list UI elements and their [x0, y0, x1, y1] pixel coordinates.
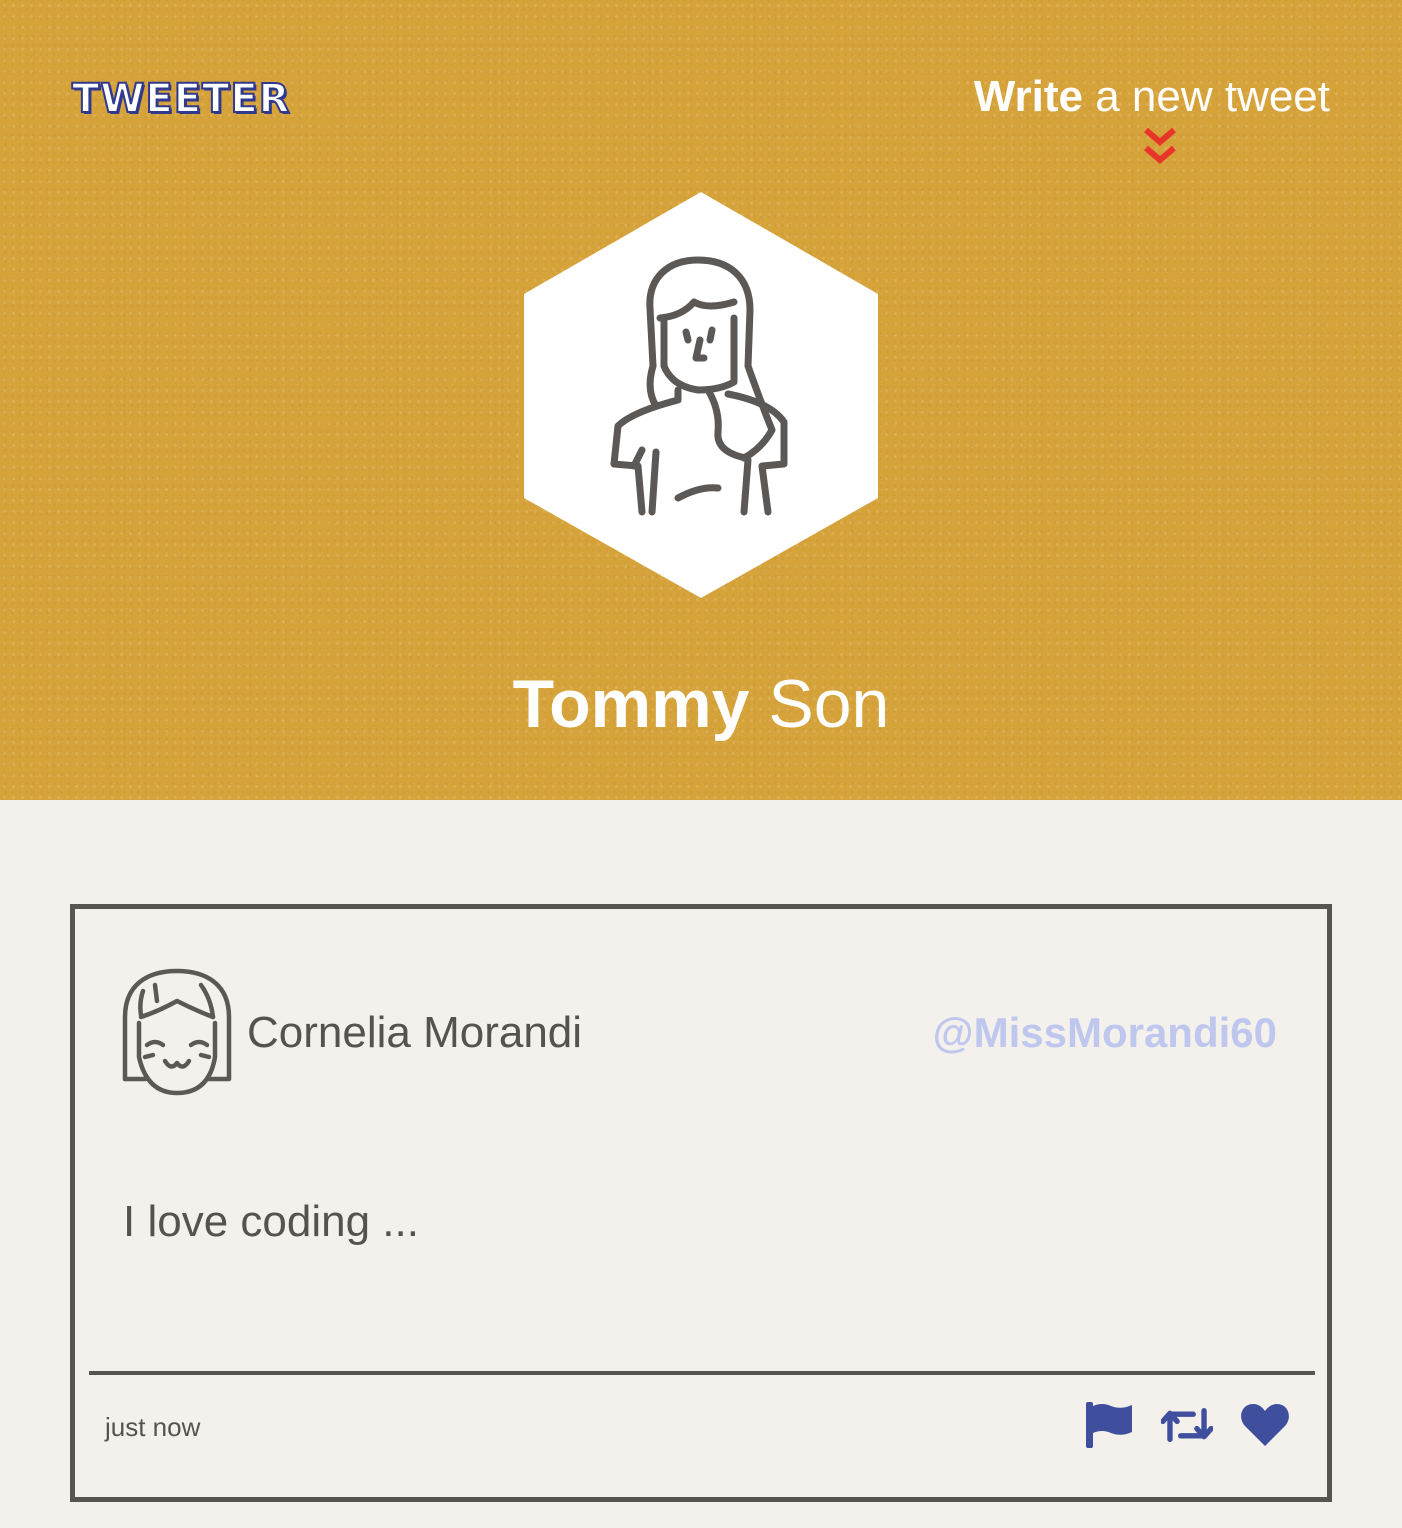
retweet-button[interactable]: [1161, 1399, 1213, 1451]
tweet-card: Cornelia Morandi @MissMorandi60 I love c…: [70, 904, 1332, 1502]
tweet-divider: [89, 1371, 1315, 1375]
compose-label: a new tweet: [1095, 72, 1330, 121]
tweet-author-handle[interactable]: @MissMorandi60: [933, 1007, 1277, 1059]
profile-header: TWEETER Write a new tweet Tommy Son: [0, 0, 1402, 800]
brand-logo[interactable]: TWEETER: [71, 75, 290, 123]
profile-avatar: [524, 192, 878, 598]
profile-name: Tommy Son: [0, 664, 1402, 744]
flag-button[interactable]: [1083, 1399, 1135, 1451]
retweet-icon: [1161, 1407, 1213, 1443]
profile-first-name: Tommy: [512, 666, 750, 742]
flag-icon: [1086, 1402, 1132, 1448]
compose-label-bold: Write: [973, 72, 1083, 121]
double-chevron-down-icon[interactable]: [1140, 126, 1180, 170]
girl-face-avatar-icon: [122, 968, 232, 1096]
profile-last-name: Son: [768, 666, 890, 742]
tweet-timestamp: just now: [105, 1412, 201, 1442]
tweeter-page: TWEETER Write a new tweet Tommy Son Corn…: [0, 0, 1402, 1528]
heart-icon: [1241, 1404, 1289, 1446]
compose-toggle[interactable]: Write a new tweet: [974, 70, 1330, 124]
tweet-actions: [1083, 1399, 1291, 1451]
like-button[interactable]: [1239, 1399, 1291, 1451]
tweet-author-name[interactable]: Cornelia Morandi: [247, 1007, 582, 1059]
tweet-body: I love coding ...: [123, 1197, 419, 1246]
